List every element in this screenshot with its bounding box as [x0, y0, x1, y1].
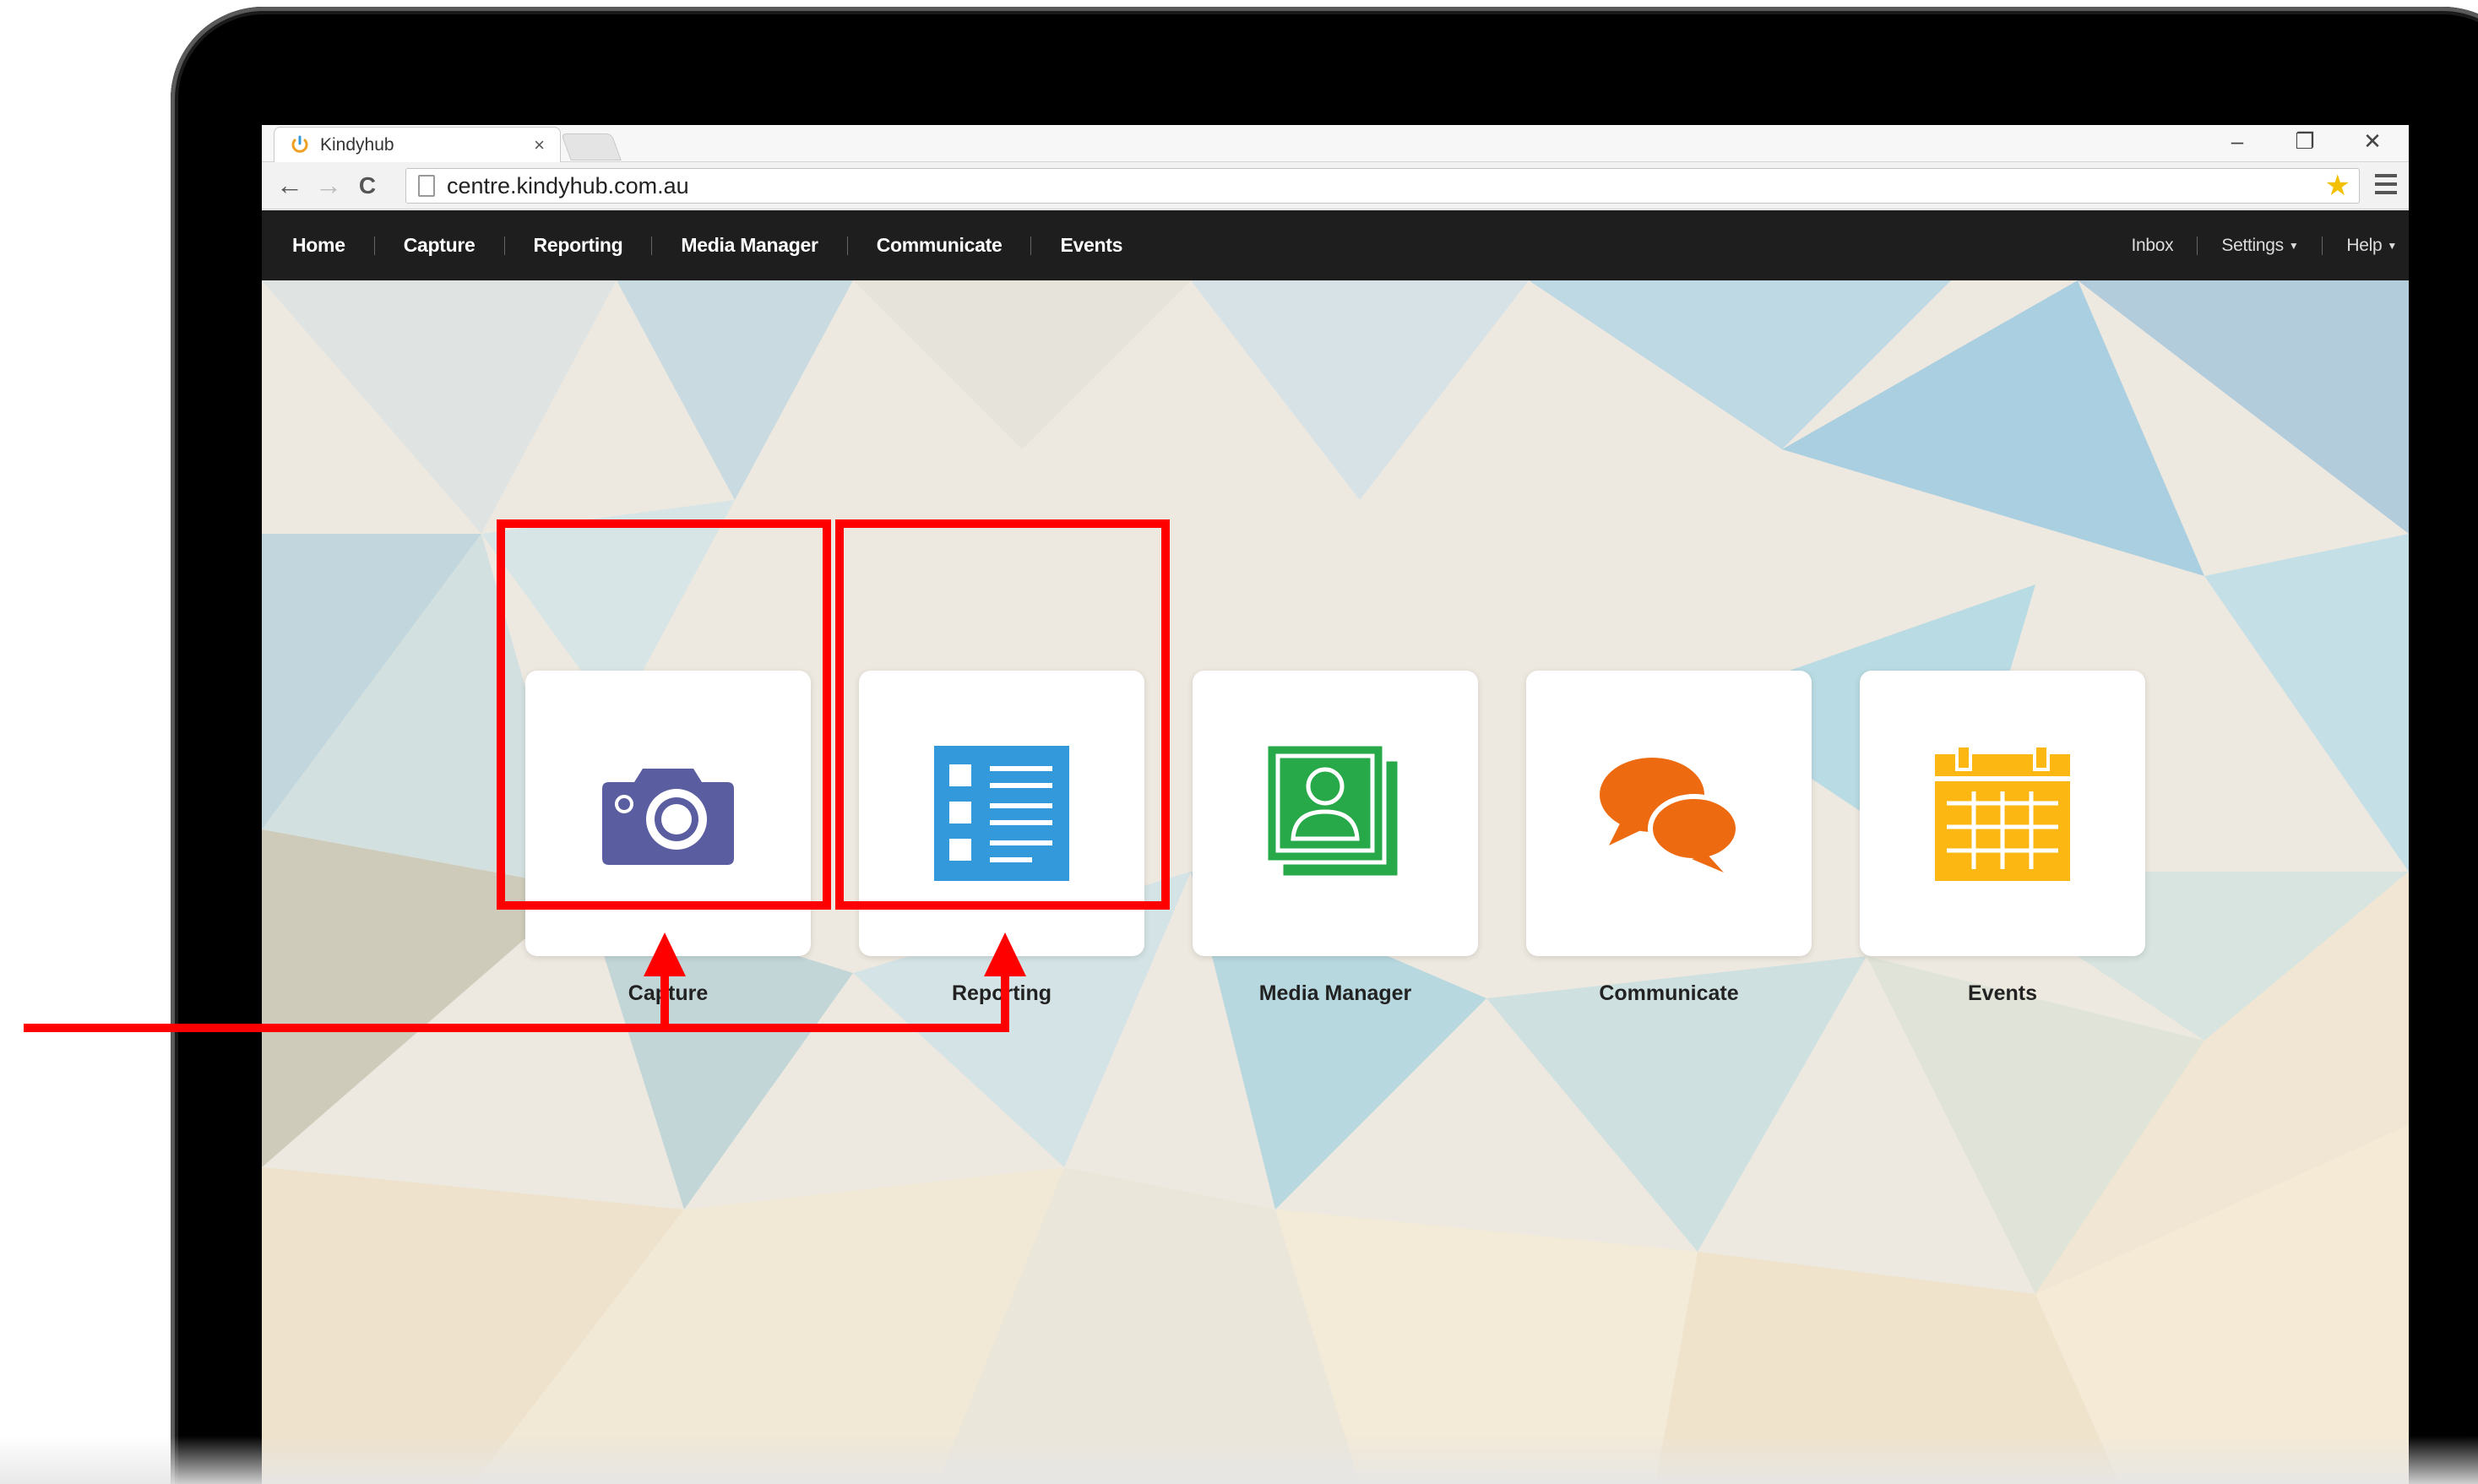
- reporting-tile-card[interactable]: [859, 671, 1144, 956]
- minimize-icon[interactable]: –: [2225, 128, 2250, 155]
- nav-inbox[interactable]: Inbox: [2131, 236, 2173, 256]
- help-label: Help: [2346, 235, 2383, 255]
- nav-divider: [373, 236, 375, 255]
- chevron-down-icon: ▼: [2387, 239, 2397, 252]
- tab-title: Kindyhub: [320, 134, 394, 155]
- nav-events[interactable]: Events: [1060, 234, 1122, 257]
- reporting-tile-label: Reporting: [951, 981, 1052, 1005]
- url-text[interactable]: centre.kindyhub.com.au: [447, 173, 2325, 199]
- calendar-icon: [1935, 746, 2070, 881]
- new-tab-button[interactable]: [561, 133, 622, 160]
- close-icon[interactable]: ✕: [2360, 128, 2385, 155]
- nav-communicate[interactable]: Communicate: [877, 234, 1003, 257]
- communicate-tile-card[interactable]: [1526, 671, 1812, 956]
- capture-tile-label: Capture: [628, 981, 709, 1005]
- events-tile-label: Events: [1968, 981, 2037, 1005]
- nav-reporting[interactable]: Reporting: [534, 234, 623, 257]
- address-bar[interactable]: centre.kindyhub.com.au ★: [405, 168, 2360, 204]
- browser-tab[interactable]: Kindyhub ×: [274, 127, 561, 162]
- report-list-icon: [934, 746, 1069, 881]
- page-icon: [418, 175, 435, 197]
- menu-icon[interactable]: [2375, 174, 2397, 194]
- browser-toolbar: ← → C centre.kindyhub.com.au ★: [262, 162, 2409, 209]
- tab-close-icon[interactable]: ×: [534, 134, 545, 156]
- nav-divider: [846, 236, 848, 255]
- back-arrow-icon[interactable]: ←: [270, 170, 309, 201]
- window-controls: – ❐ ✕: [2225, 128, 2385, 155]
- reporting-tile[interactable]: Reporting: [859, 671, 1144, 1006]
- nav-divider: [651, 236, 653, 255]
- capture-tile[interactable]: Capture: [525, 671, 811, 1006]
- tab-bar: Kindyhub × – ❐ ✕: [262, 125, 2409, 162]
- nav-capture[interactable]: Capture: [404, 234, 475, 257]
- contact-card-icon: [1266, 744, 1402, 880]
- media-manager-tile-card[interactable]: [1193, 671, 1478, 956]
- nav-divider: [2322, 236, 2323, 255]
- communicate-tile-label: Communicate: [1599, 981, 1739, 1005]
- nav-divider: [1030, 236, 1032, 255]
- bookmark-star-icon[interactable]: ★: [2325, 169, 2350, 203]
- browser-window: Kindyhub × – ❐ ✕ ← → C centre.kindyhub.c…: [262, 125, 2409, 1484]
- nav-help[interactable]: Help ▼: [2346, 236, 2397, 256]
- nav-divider: [503, 236, 505, 255]
- camera-icon: [602, 769, 734, 865]
- events-tile[interactable]: Events: [1860, 671, 2145, 1006]
- media-manager-tile[interactable]: Media Manager: [1193, 671, 1478, 1006]
- nav-settings[interactable]: Settings ▼: [2221, 236, 2298, 256]
- nav-home[interactable]: Home: [292, 234, 345, 257]
- capture-tile-card[interactable]: [525, 671, 811, 956]
- settings-label: Settings: [2221, 235, 2284, 255]
- nav-divider: [2197, 236, 2198, 255]
- restore-icon[interactable]: ❐: [2292, 128, 2318, 155]
- forward-arrow-icon[interactable]: →: [309, 170, 348, 201]
- events-tile-card[interactable]: [1860, 671, 2145, 956]
- communicate-tile[interactable]: Communicate: [1526, 671, 1812, 1006]
- dashboard: Capture Reporting Media Manager Communic…: [262, 280, 2409, 1484]
- media-manager-tile-label: Media Manager: [1258, 981, 1412, 1005]
- app-navbar: Home Capture Reporting Media Manager Com…: [262, 210, 2409, 280]
- kindyhub-favicon-icon: [290, 135, 310, 155]
- chat-bubbles-icon: [1600, 758, 1741, 872]
- nav-media-manager[interactable]: Media Manager: [681, 234, 818, 257]
- chevron-down-icon: ▼: [2288, 239, 2299, 252]
- reload-icon[interactable]: C: [348, 172, 387, 199]
